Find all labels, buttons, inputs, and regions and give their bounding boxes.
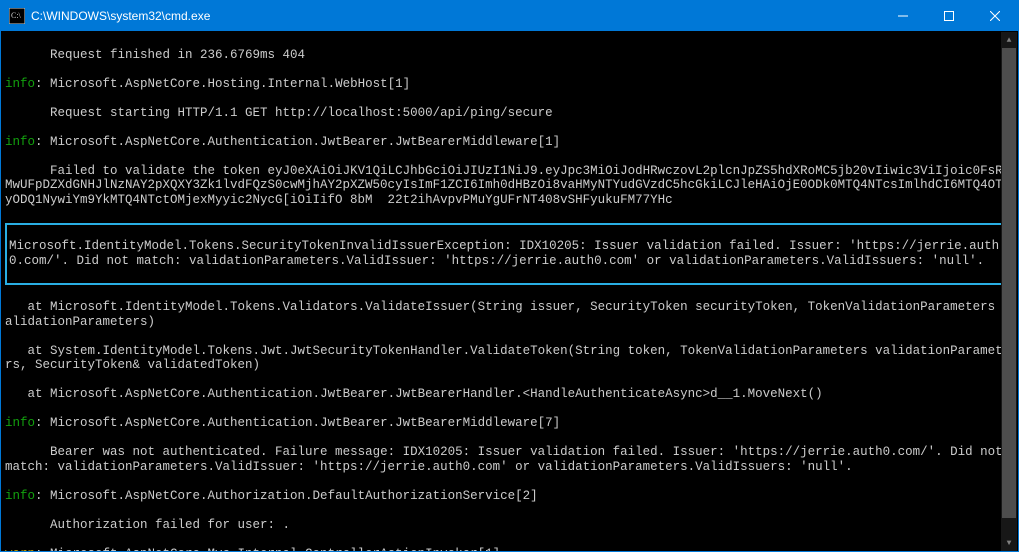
scroll-down-arrow[interactable]: ▼ (1001, 535, 1017, 551)
log-line: at System.IdentityModel.Tokens.Jwt.JwtSe… (5, 344, 1014, 373)
minimize-button[interactable] (880, 1, 926, 31)
level-warn: warn (5, 547, 35, 552)
log-line: info: Microsoft.AspNetCore.Authenticatio… (5, 416, 1014, 431)
terminal-output[interactable]: Request finished in 236.6769ms 404 info:… (1, 31, 1018, 551)
log-line: at Microsoft.AspNetCore.Authentication.J… (5, 387, 1014, 402)
log-line: Failed to validate the token eyJ0eXAiOiJ… (5, 164, 1014, 208)
log-line: info: Microsoft.AspNetCore.Hosting.Inter… (5, 77, 1014, 92)
log-line: Request finished in 236.6769ms 404 (5, 48, 1014, 63)
level-info: info (5, 77, 35, 91)
scroll-up-arrow[interactable]: ▲ (1001, 32, 1017, 48)
log-line: Request starting HTTP/1.1 GET http://loc… (5, 106, 1014, 121)
close-button[interactable] (972, 1, 1018, 31)
log-line: info: Microsoft.AspNetCore.Authorization… (5, 489, 1014, 504)
log-line: Microsoft.IdentityModel.Tokens.SecurityT… (9, 239, 1010, 268)
window-title: C:\WINDOWS\system32\cmd.exe (31, 9, 880, 23)
vertical-scrollbar[interactable]: ▲ ▼ (1001, 32, 1017, 551)
cmd-icon: C:\ (9, 8, 25, 24)
log-line: Bearer was not authenticated. Failure me… (5, 445, 1014, 474)
level-info: info (5, 416, 35, 430)
maximize-button[interactable] (926, 1, 972, 31)
log-line: at Microsoft.IdentityModel.Tokens.Valida… (5, 300, 1014, 329)
level-info: info (5, 489, 35, 503)
scrollbar-thumb[interactable] (1002, 48, 1016, 518)
window-controls (880, 1, 1018, 31)
log-line: Authorization failed for user: . (5, 518, 1014, 533)
level-info: info (5, 135, 35, 149)
titlebar[interactable]: C:\ C:\WINDOWS\system32\cmd.exe (1, 1, 1018, 31)
highlighted-exception: Microsoft.IdentityModel.Tokens.SecurityT… (5, 223, 1014, 285)
log-line: warn: Microsoft.AspNetCore.Mvc.Internal.… (5, 547, 1014, 552)
svg-text:C:\: C:\ (11, 11, 22, 20)
log-line: info: Microsoft.AspNetCore.Authenticatio… (5, 135, 1014, 150)
cmd-window: C:\ C:\WINDOWS\system32\cmd.exe Request … (0, 0, 1019, 552)
